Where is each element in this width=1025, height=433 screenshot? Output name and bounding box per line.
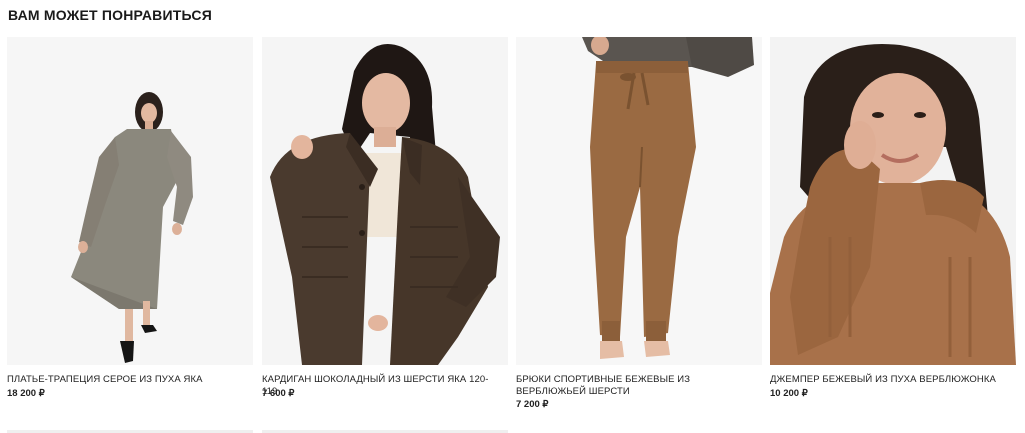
product-name[interactable]: ПЛАТЬЕ-ТРАПЕЦИЯ СЕРОЕ ИЗ ПУХА ЯКА — [7, 374, 247, 386]
product-price: 7 200 ₽ — [516, 399, 549, 410]
product-price: 10 200 ₽ — [770, 388, 808, 399]
product-card[interactable]: КАРДИГАН ШОКОЛАДНЫЙ ИЗ ШЕРСТИ ЯКА 120-11… — [262, 37, 508, 432]
product-photo-jumper — [770, 37, 1016, 365]
product-grid: ПЛАТЬЕ-ТРАПЕЦИЯ СЕРОЕ ИЗ ПУХА ЯКА 18 200… — [7, 37, 1017, 433]
product-image[interactable] — [262, 37, 508, 365]
product-photo-trousers — [516, 37, 762, 365]
product-image[interactable] — [7, 37, 253, 365]
product-name[interactable]: КАРДИГАН ШОКОЛАДНЫЙ ИЗ ШЕРСТИ ЯКА 120-11… — [262, 374, 502, 398]
product-name[interactable]: БРЮКИ СПОРТИВНЫЕ БЕЖЕВЫЕ ИЗ ВЕРБЛЮЖЬЕЙ Ш… — [516, 374, 756, 398]
product-image[interactable] — [770, 37, 1016, 365]
product-photo-cardigan — [262, 37, 508, 365]
product-card[interactable]: ПЛАТЬЕ-ТРАПЕЦИЯ СЕРОЕ ИЗ ПУХА ЯКА 18 200… — [7, 37, 253, 432]
product-name[interactable]: ДЖЕМПЕР БЕЖЕВЫЙ ИЗ ПУХА ВЕРБЛЮЖОНКА — [770, 374, 1010, 386]
product-card[interactable]: ДЖЕМПЕР БЕЖЕВЫЙ ИЗ ПУХА ВЕРБЛЮЖОНКА 10 2… — [770, 37, 1016, 432]
product-price: 18 200 ₽ — [7, 388, 45, 399]
product-photo-dress — [7, 37, 253, 365]
section-title: ВАМ МОЖЕТ ПОНРАВИТЬСЯ — [8, 7, 212, 23]
product-image[interactable] — [516, 37, 762, 365]
product-price: 7 600 ₽ — [262, 388, 295, 399]
product-card[interactable]: БРЮКИ СПОРТИВНЫЕ БЕЖЕВЫЕ ИЗ ВЕРБЛЮЖЬЕЙ Ш… — [516, 37, 762, 432]
